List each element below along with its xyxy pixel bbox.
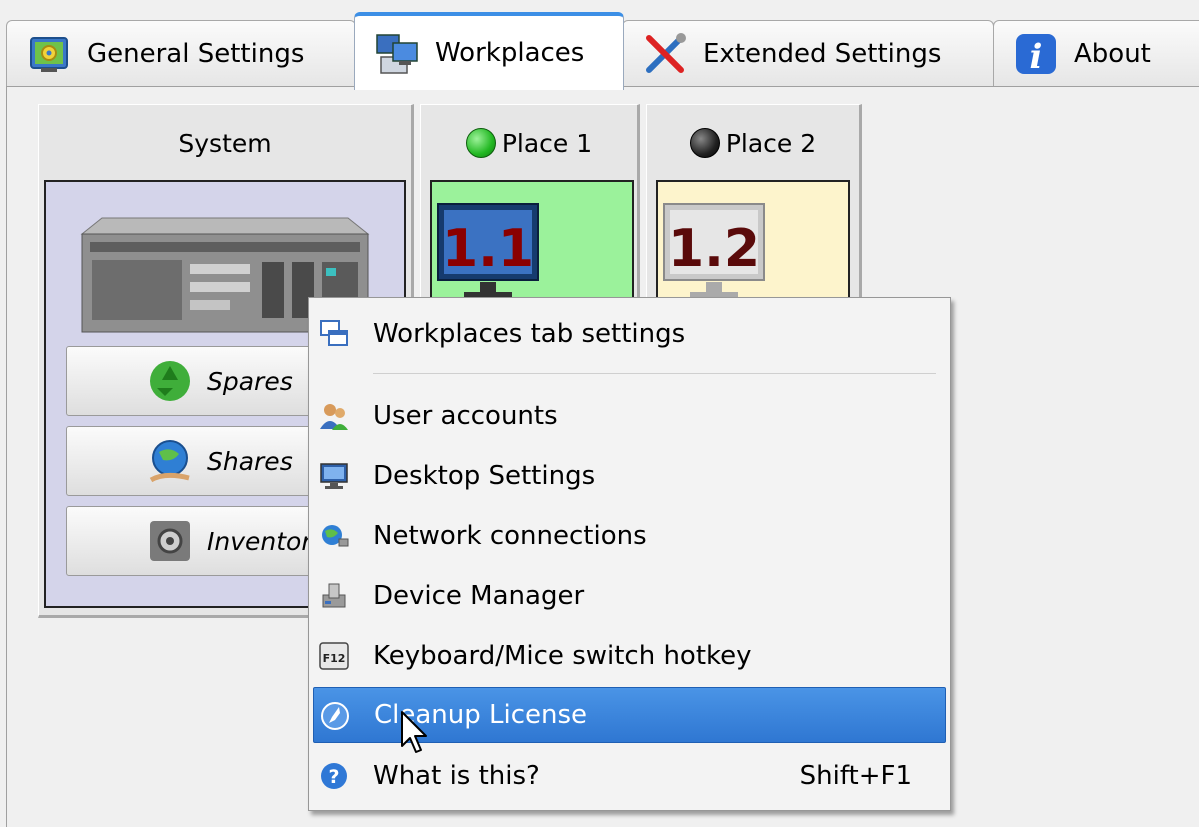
tab-bar: General Settings Workplaces Extended Set… <box>0 0 1199 90</box>
shares-label: Shares <box>207 446 293 476</box>
monitor-icon <box>320 463 348 489</box>
device-manager-icon <box>322 583 346 608</box>
place-2-title: Place 2 <box>725 128 817 158</box>
tab-workplaces[interactable]: Workplaces <box>354 12 624 90</box>
f12-key-icon: F12 <box>319 642 349 670</box>
tab-label: General Settings <box>87 38 305 69</box>
status-inactive-icon <box>689 128 720 158</box>
menu-item-shortcut: Shift+F1 <box>799 761 912 791</box>
network-icon <box>322 525 349 547</box>
place-2-label: 1.2 <box>668 219 760 279</box>
mouse-pointer-icon <box>401 711 427 753</box>
menu-item-label: User accounts <box>373 401 558 431</box>
tab-label: Workplaces <box>435 38 585 68</box>
tools-icon <box>646 32 686 73</box>
general-settings-icon <box>30 36 68 72</box>
menu-item-label: Keyboard/Mice switch hotkey <box>373 641 752 671</box>
menu-item-label: Workplaces tab settings <box>373 319 686 349</box>
monitor-inactive-icon: 1.2 <box>663 203 765 298</box>
f12-key-text: F12 <box>323 652 346 665</box>
svg-text:i: i <box>1030 37 1043 77</box>
windows-stack-icon <box>320 320 348 346</box>
spares-label: Spares <box>207 366 293 396</box>
place-1-title: Place 1 <box>501 128 593 158</box>
menu-separator <box>373 373 936 374</box>
place-1-header: Place 1 <box>421 105 637 181</box>
menu-item-device-manager[interactable]: Device Manager <box>313 568 946 624</box>
tab-about[interactable]: i About <box>993 20 1199 86</box>
tab-general-settings[interactable]: General Settings <box>6 20 356 86</box>
menu-item-user-accounts[interactable]: User accounts <box>313 388 946 444</box>
menu-item-label: Network connections <box>373 521 647 551</box>
info-icon: i <box>1016 33 1056 77</box>
tab-extended-settings[interactable]: Extended Settings <box>622 20 994 86</box>
menu-item-network-connections[interactable]: Network connections <box>313 508 946 564</box>
recycle-icon <box>150 361 190 401</box>
menu-item-what-is-this[interactable]: ? What is this? Shift+F1 <box>313 748 946 804</box>
place-2-header: Place 2 <box>647 105 859 181</box>
menu-item-label: Desktop Settings <box>373 461 596 491</box>
gear-box-icon <box>150 521 190 561</box>
place-1-label: 1.1 <box>442 219 534 279</box>
monitor-icon: 1.1 <box>437 203 539 298</box>
menu-item-label: What is this? <box>373 761 540 791</box>
menu-item-label: Device Manager <box>373 581 585 611</box>
workplaces-icon <box>376 34 418 74</box>
globe-hand-icon <box>149 440 190 483</box>
svg-text:?: ? <box>328 766 339 788</box>
users-icon <box>320 404 348 430</box>
broom-icon <box>321 702 349 730</box>
tab-label: Extended Settings <box>703 38 942 69</box>
tab-label: About <box>1074 38 1151 69</box>
help-icon: ? <box>321 763 347 789</box>
menu-item-keyboard-mice-hotkey[interactable]: F12 Keyboard/Mice switch hotkey <box>313 628 946 684</box>
system-title: System <box>178 128 272 158</box>
menu-item-workplaces-tab-settings[interactable]: Workplaces tab settings <box>313 306 946 362</box>
status-active-icon <box>465 128 496 158</box>
menu-item-desktop-settings[interactable]: Desktop Settings <box>313 448 946 504</box>
